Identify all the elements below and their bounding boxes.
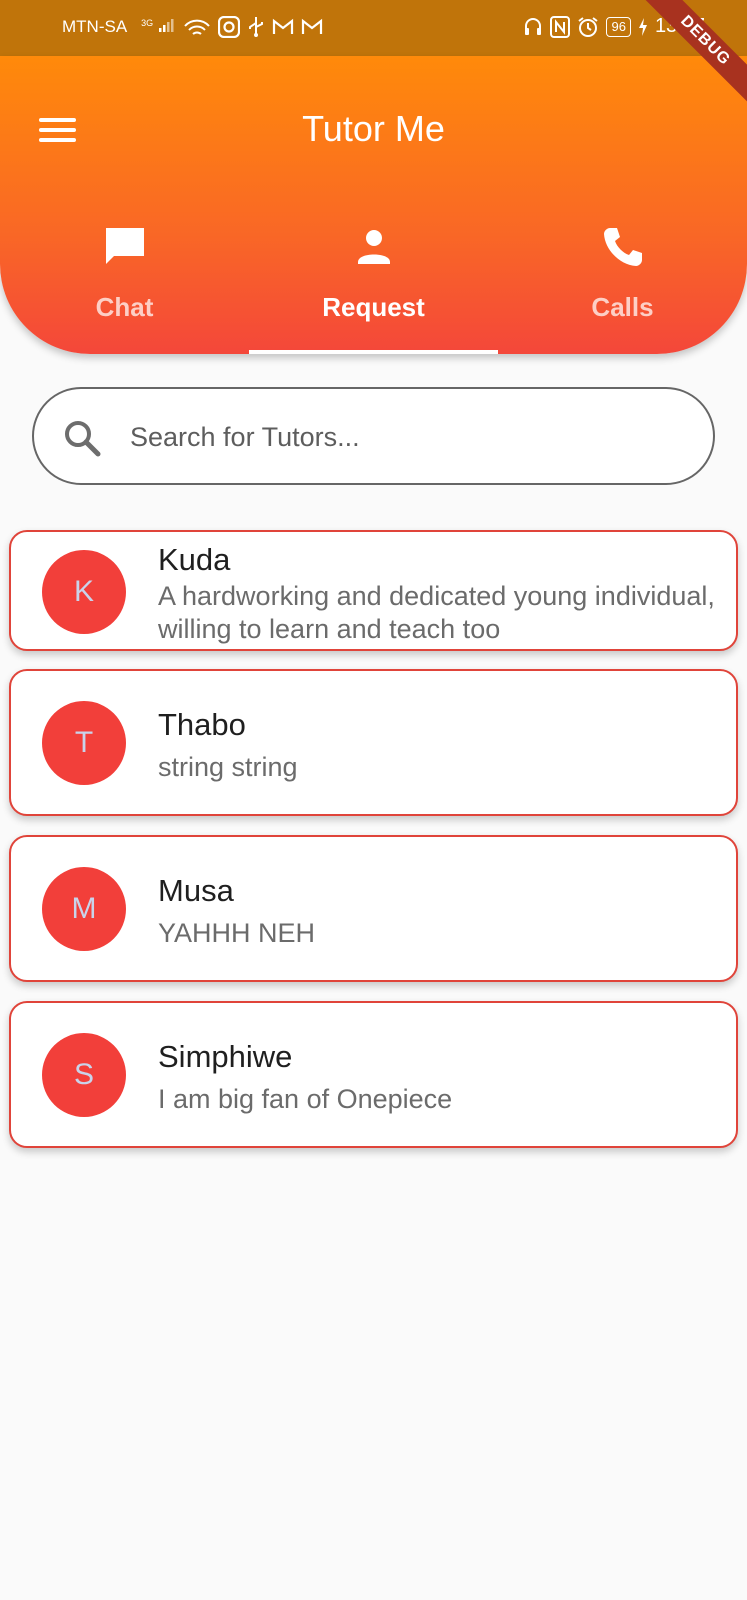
gmail-icon-2 [301, 18, 323, 34]
network-type-label: 3G [141, 17, 154, 28]
avatar: M [42, 867, 126, 951]
gmail-icon [272, 18, 294, 34]
tab-chat[interactable]: Chat [0, 224, 249, 354]
chat-icon [106, 228, 144, 264]
tutor-card[interactable]: M Musa YAHHH NEH [9, 835, 738, 982]
app-header: Tutor Me Chat Request Calls [0, 56, 747, 354]
tutor-description: A hardworking and dedicated young indivi… [158, 581, 715, 644]
tab-chat-label: Chat [95, 292, 154, 322]
headset-icon [525, 17, 542, 35]
nfc-icon [550, 15, 571, 38]
tutor-description: string string [158, 752, 298, 782]
tutor-name: Musa [158, 873, 234, 908]
search-bar[interactable] [32, 387, 715, 485]
avatar: T [42, 701, 126, 785]
tab-calls[interactable]: Calls [498, 224, 747, 354]
tab-request[interactable]: Request [249, 224, 498, 354]
tab-indicator [249, 350, 498, 354]
status-icons-left: 3G [139, 16, 323, 38]
camera-app-icon [217, 16, 240, 38]
battery-indicator: 96 [606, 16, 631, 37]
tutor-name: Simphiwe [158, 1039, 293, 1074]
tutor-name: Thabo [158, 707, 246, 742]
search-icon [65, 421, 101, 457]
avatar: K [42, 550, 126, 634]
tab-request-label: Request [322, 292, 425, 322]
status-left: MTN-SA 3G [62, 16, 323, 38]
tutor-card[interactable]: S Simphiwe I am big fan of Onepiece [9, 1001, 738, 1148]
wifi-hotspot-icon [184, 19, 210, 35]
cellular-signal-icon: 3G [139, 17, 176, 38]
alarm-icon [578, 16, 599, 37]
charging-icon [638, 17, 647, 36]
tutor-description: YAHHH NEH [158, 918, 316, 948]
phone-icon [604, 228, 642, 266]
tutor-card[interactable]: T Thabo string string [9, 669, 738, 816]
app-title: Tutor Me [302, 108, 445, 149]
usb-icon [248, 17, 263, 37]
tutor-name: Kuda [158, 542, 231, 577]
person-icon [358, 230, 390, 264]
carrier-label: MTN-SA [62, 17, 128, 36]
tutor-card[interactable]: K Kuda A hardworking and dedicated young… [9, 530, 738, 651]
avatar: S [42, 1033, 126, 1117]
status-bar: MTN-SA 3G 96 13:47 [0, 0, 747, 56]
tab-calls-label: Calls [591, 292, 654, 322]
tutor-description: I am big fan of Onepiece [158, 1084, 453, 1114]
search-input[interactable] [130, 413, 690, 461]
